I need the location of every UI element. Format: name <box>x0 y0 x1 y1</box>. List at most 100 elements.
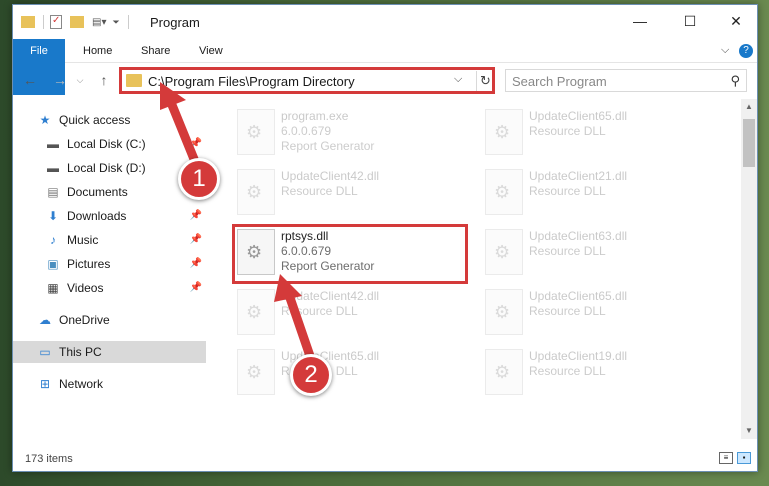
file-item[interactable]: UpdateClient63.dll Resource DLL <box>481 225 715 281</box>
recent-locations-icon[interactable]: ⌵ <box>71 71 89 89</box>
file-description: Resource DLL <box>281 304 358 318</box>
sidebar-item-label: Music <box>67 233 99 247</box>
tab-home[interactable]: Home <box>71 39 124 63</box>
navigation-bar: ← → ⌵ ↑ C:\Program Files\Program Directo… <box>13 65 757 97</box>
file-item[interactable]: UpdateClient65.dll Resource DLL <box>481 105 715 161</box>
drive-icon: ▬ <box>47 137 59 151</box>
sidebar-item-pictures[interactable]: ▣ Pictures 📌 <box>13 253 206 275</box>
tab-share[interactable]: Share <box>129 39 182 63</box>
title-bar: ✓ ▤▾ ⏷ Program — ☐ ✕ <box>13 5 757 37</box>
file-name: UpdateClient65.dll <box>529 109 628 123</box>
up-arrow-icon[interactable]: ↑ <box>95 71 113 89</box>
dll-file-icon <box>237 229 275 275</box>
forward-arrow-icon[interactable]: → <box>51 71 69 89</box>
dll-file-icon <box>237 289 275 335</box>
file-item[interactable]: UpdateClient42.dll Resource DLL <box>233 285 467 341</box>
tab-view[interactable]: View <box>187 39 235 63</box>
sidebar-item-local-disk-d[interactable]: ▬ Local Disk (D:) <box>13 157 206 179</box>
file-name: UpdateClient42.dll <box>281 289 380 303</box>
sidebar-item-quick-access[interactable]: ★ Quick access <box>13 109 206 131</box>
file-version: 6.0.0.679 <box>281 244 332 258</box>
refresh-icon[interactable]: ↻ <box>476 71 494 91</box>
sidebar-item-downloads[interactable]: ⬇ Downloads 📌 <box>13 205 206 227</box>
pin-icon[interactable]: 📌 <box>190 282 202 293</box>
pin-icon[interactable]: 📌 <box>190 138 202 149</box>
expand-ribbon-icon[interactable]: ⌵ <box>721 44 729 57</box>
file-item[interactable]: UpdateClient65.dll Resource DLL <box>481 285 715 341</box>
file-description: Report Generator <box>281 139 375 153</box>
new-folder-icon[interactable] <box>70 16 84 28</box>
back-arrow-icon[interactable]: ← <box>21 71 39 89</box>
dll-file-icon <box>485 109 523 155</box>
videos-icon: ▦ <box>47 281 59 295</box>
file-description: Resource DLL <box>281 184 358 198</box>
chevron-down-icon[interactable]: ⌵ <box>454 73 462 86</box>
file-item[interactable]: UpdateClient21.dll Resource DLL <box>481 165 715 221</box>
sidebar-item-label: Documents <box>67 185 128 199</box>
vertical-scrollbar[interactable]: ▲ ▼ <box>741 99 757 439</box>
file-name: UpdateClient21.dll <box>529 169 628 183</box>
sidebar-item-this-pc[interactable]: ▭ This PC <box>13 341 206 363</box>
quick-access-toolbar: ✓ ▤▾ ⏷ <box>21 13 129 31</box>
file-name: UpdateClient63.dll <box>529 229 628 243</box>
file-name: UpdateClient65.dll <box>281 349 380 363</box>
music-icon: ♪ <box>50 233 56 247</box>
tiles-view-icon[interactable]: ▪ <box>737 452 751 464</box>
search-input[interactable] <box>512 73 712 89</box>
file-item[interactable]: UpdateClient42.dll Resource DLL <box>233 165 467 221</box>
address-bar[interactable]: C:\Program Files\Program Directory ⌵ ↻ <box>121 69 493 92</box>
sidebar-item-onedrive[interactable]: ☁ OneDrive <box>13 309 206 331</box>
sidebar-item-music[interactable]: ♪ Music 📌 <box>13 229 206 251</box>
file-description: Resource DLL <box>529 244 606 258</box>
details-view-icon[interactable]: ≡ <box>719 452 733 464</box>
search-box[interactable]: ⚲ <box>505 69 747 92</box>
cloud-icon: ☁ <box>39 313 51 327</box>
customize-toolbar-icon[interactable]: ▤▾ <box>92 17 106 28</box>
file-description: Resource DLL <box>529 364 606 378</box>
sidebar-item-documents[interactable]: ▤ Documents 📌 <box>13 181 206 203</box>
chevron-down-icon[interactable]: ⏷ <box>112 17 119 28</box>
pin-icon[interactable]: 📌 <box>190 210 202 221</box>
file-item-rptsys[interactable]: rptsys.dll 6.0.0.679 Report Generator <box>233 225 467 281</box>
file-item[interactable]: UpdateClient19.dll Resource DLL <box>481 345 715 401</box>
pin-icon[interactable]: 📌 <box>190 186 202 197</box>
divider <box>127 15 129 29</box>
sidebar-item-local-disk-c[interactable]: ▬ Local Disk (C:) 📌 <box>13 133 206 155</box>
explorer-window: ✓ ▤▾ ⏷ Program — ☐ ✕ File Home Share Vie… <box>12 4 758 472</box>
file-description: Resource DLL <box>529 124 606 138</box>
dll-file-icon <box>485 289 523 335</box>
pin-icon[interactable]: 📌 <box>190 258 202 269</box>
file-version: 6.0.0.679 <box>281 124 332 138</box>
folder-icon <box>126 74 142 87</box>
pictures-icon: ▣ <box>47 257 59 271</box>
sidebar-item-label: OneDrive <box>59 313 110 327</box>
maximize-button[interactable]: ☐ <box>675 11 705 31</box>
scrollbar-thumb[interactable] <box>743 119 755 167</box>
properties-icon[interactable]: ✓ <box>50 15 62 29</box>
folder-icon[interactable] <box>21 16 35 28</box>
download-icon: ⬇ <box>47 209 59 223</box>
file-description: Resource DLL <box>281 364 358 378</box>
file-item[interactable]: program.exe 6.0.0.679 Report Generator <box>233 105 467 161</box>
help-icon[interactable]: ? <box>739 44 753 58</box>
sidebar-item-label: Network <box>59 377 104 391</box>
close-button[interactable]: ✕ <box>721 11 751 31</box>
pin-icon[interactable]: 📌 <box>190 234 202 245</box>
file-description: Resource DLL <box>529 184 606 198</box>
sidebar-item-videos[interactable]: ▦ Videos 📌 <box>13 277 206 299</box>
sidebar-item-label: Quick access <box>59 113 131 127</box>
view-switcher: ≡ ▪ <box>719 452 751 464</box>
computer-icon: ▭ <box>39 345 51 359</box>
address-path[interactable]: C:\Program Files\Program Directory <box>148 74 355 89</box>
scroll-up-icon[interactable]: ▲ <box>741 99 757 115</box>
file-item[interactable]: UpdateClient65.dll Resource DLL <box>233 345 467 401</box>
scroll-down-icon[interactable]: ▼ <box>741 423 757 439</box>
divider <box>43 15 44 29</box>
minimize-button[interactable]: — <box>625 11 655 31</box>
search-icon[interactable]: ⚲ <box>730 73 740 89</box>
ribbon-tabs: File Home Share View ⌵ ? <box>13 39 757 95</box>
dll-file-icon <box>485 169 523 215</box>
network-icon: ⊞ <box>39 377 51 391</box>
sidebar-item-network[interactable]: ⊞ Network <box>13 373 206 395</box>
file-name: UpdateClient42.dll <box>281 169 380 183</box>
